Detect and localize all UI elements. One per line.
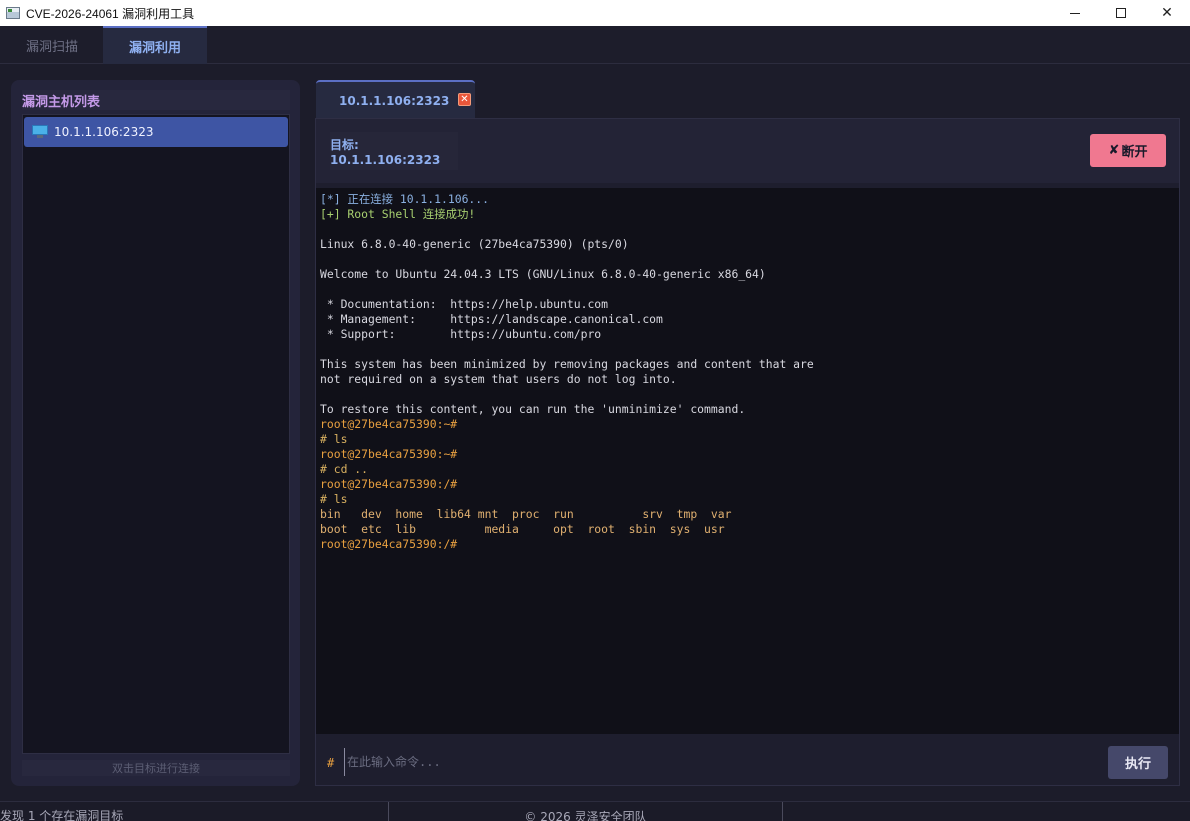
target-label: 目标: 10.1.1.106:2323: [330, 132, 458, 170]
disconnect-button[interactable]: ✘ 断开: [1090, 134, 1166, 167]
host-list-title: 漏洞主机列表: [22, 90, 290, 110]
terminal-line: * Management: https://landscape.canonica…: [320, 312, 663, 326]
terminal-line: To restore this content, you can run the…: [320, 402, 746, 416]
disconnect-label: 断开: [1121, 145, 1148, 160]
terminal-line: [+] Root Shell 连接成功!: [320, 207, 476, 221]
maximize-icon: [1116, 8, 1126, 18]
title-bar: CVE-2026-24061 漏洞利用工具 ✕: [0, 0, 1190, 26]
status-message: 发现 1 个存在漏洞目标: [0, 809, 124, 821]
tab-vuln-exploit[interactable]: 漏洞利用: [103, 26, 207, 64]
terminal-line: root@27be4ca75390:~#: [320, 447, 458, 461]
prompt-symbol: #: [327, 756, 335, 770]
connect-hint: 双击目标进行连接: [22, 760, 290, 776]
terminal-line: # ls: [320, 432, 348, 446]
window-title: CVE-2026-24061 漏洞利用工具: [26, 6, 195, 21]
terminal-line: Welcome to Ubuntu 24.04.3 LTS (GNU/Linux…: [320, 267, 766, 281]
terminal-output[interactable]: [*] 正在连接 10.1.1.106... [+] Root Shell 连接成…: [316, 188, 1179, 734]
execute-button[interactable]: 执行: [1108, 746, 1168, 779]
status-copyright: © 2026 灵泽安全团队: [388, 802, 783, 821]
terminal-line: root@27be4ca75390:/#: [320, 477, 458, 491]
command-input[interactable]: [344, 748, 1104, 776]
minimize-icon: [1070, 12, 1080, 14]
terminal-line: * Support: https://ubuntu.com/pro: [320, 327, 602, 341]
terminal-line: root@27be4ca75390:~#: [320, 417, 458, 431]
window-controls: ✕: [1052, 0, 1190, 26]
close-window-button[interactable]: ✕: [1144, 0, 1190, 26]
maximize-button[interactable]: [1098, 0, 1144, 26]
terminal-line: boot etc lib media opt root sbin sys usr: [320, 522, 725, 536]
main-tab-bar: 漏洞扫描 漏洞利用: [0, 26, 1190, 64]
tab-vuln-scan[interactable]: 漏洞扫描: [0, 26, 104, 64]
command-bar: # 执行: [316, 736, 1179, 785]
close-tab-icon[interactable]: ✕: [458, 93, 471, 106]
terminal-line: Linux 6.8.0-40-generic (27be4ca75390) (p…: [320, 237, 629, 251]
session-tab-label: 10.1.1.106:2323: [339, 93, 450, 108]
terminal-line: # cd ..: [320, 462, 369, 476]
minimize-button[interactable]: [1052, 0, 1098, 26]
terminal-line: This system has been minimized by removi…: [320, 357, 814, 371]
host-list-panel: 漏洞主机列表 10.1.1.106:2323 双击目标进行连接: [11, 80, 300, 786]
copyright-text: © 2026 灵泽安全团队: [524, 809, 647, 821]
target-bar: 目标: 10.1.1.106:2323 ✘ 断开: [316, 119, 1179, 183]
session-panel: 目标: 10.1.1.106:2323 ✘ 断开 [*] 正在连接 10.1.1…: [315, 118, 1180, 786]
host-list[interactable]: 10.1.1.106:2323: [22, 114, 290, 754]
terminal-line: bin dev home lib64 mnt proc run srv tmp …: [320, 507, 732, 521]
terminal-line: root@27be4ca75390:/#: [320, 537, 458, 551]
terminal-line: [*] 正在连接 10.1.1.106...: [320, 192, 490, 206]
disconnect-icon: ✘: [1108, 143, 1120, 158]
terminal-line: not required on a system that users do n…: [320, 372, 677, 386]
terminal-line: * Documentation: https://help.ubuntu.com: [320, 297, 609, 311]
status-bar: 发现 1 个存在漏洞目标 © 2026 灵泽安全团队: [0, 801, 1190, 821]
terminal-line: # ls: [320, 492, 348, 506]
host-list-item[interactable]: 10.1.1.106:2323: [24, 117, 288, 147]
tab-session[interactable]: 10.1.1.106:2323 ✕: [316, 80, 475, 119]
host-label: 10.1.1.106:2323: [54, 125, 154, 139]
monitor-icon: [32, 125, 48, 139]
app-icon: [6, 7, 20, 19]
close-icon: ✕: [1161, 5, 1173, 21]
